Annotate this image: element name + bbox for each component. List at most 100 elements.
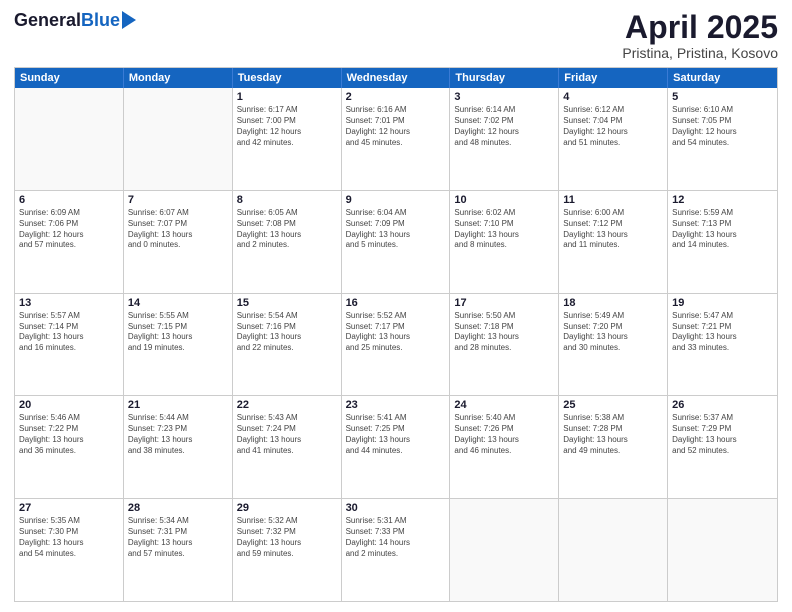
day-number: 20 <box>19 399 119 411</box>
cell-info: Sunset: 7:22 PM <box>19 424 119 435</box>
cell-info: and 54 minutes. <box>672 138 773 149</box>
cell-info: Sunrise: 5:55 AM <box>128 311 228 322</box>
cell-info: Sunrise: 5:52 AM <box>346 311 446 322</box>
logo-text: General Blue <box>14 10 136 31</box>
calendar-cell: 9Sunrise: 6:04 AMSunset: 7:09 PMDaylight… <box>342 191 451 293</box>
cell-info: Sunset: 7:30 PM <box>19 527 119 538</box>
cell-info: Daylight: 13 hours <box>563 332 663 343</box>
calendar-cell: 14 Sunrise: 5:55 AMSunset: 7:15 PMDayligh… <box>124 294 233 396</box>
cell-info: Sunset: 7:28 PM <box>563 424 663 435</box>
calendar-cell: 30Sunrise: 5:31 AMSunset: 7:33 PMDayligh… <box>342 499 451 601</box>
cell-info: and 36 minutes. <box>19 446 119 457</box>
calendar-cell: 20Sunrise: 5:46 AMSunset: 7:22 PMDayligh… <box>15 396 124 498</box>
calendar-cell: 12Sunrise: 5:59 AMSunset: 7:13 PMDayligh… <box>668 191 777 293</box>
cell-info: Daylight: 13 hours <box>19 538 119 549</box>
cell-info: Sunset: 7:05 PM <box>672 116 773 127</box>
cell-info: Sunrise: 6:14 AM <box>454 105 554 116</box>
cell-info: Sunset: 7:16 PM <box>237 322 337 333</box>
cell-info: Sunrise: 6:17 AM <box>237 105 337 116</box>
cell-info: Sunrise: 5:46 AM <box>19 413 119 424</box>
cell-info: Sunset: 7:25 PM <box>346 424 446 435</box>
cell-info: Daylight: 13 hours <box>454 332 554 343</box>
calendar: SundayMondayTuesdayWednesdayThursdayFrid… <box>14 67 778 602</box>
calendar-header: SundayMondayTuesdayWednesdayThursdayFrid… <box>15 68 777 88</box>
weekday-header: Sunday <box>15 68 124 88</box>
cell-info: Daylight: 13 hours <box>346 230 446 241</box>
weekday-header: Monday <box>124 68 233 88</box>
cell-info: and 59 minutes. <box>237 549 337 560</box>
cell-info: Daylight: 13 hours <box>128 538 228 549</box>
calendar-row: 20 Sunrise: 5:46 AMSunset: 7:22 PM Dayligh… <box>15 395 777 498</box>
logo-general: General <box>14 10 81 31</box>
day-number: 29 <box>237 502 337 514</box>
day-number: 7 <box>128 194 228 206</box>
weekday-header: Saturday <box>668 68 777 88</box>
cell-info: Sunset: 7:07 PM <box>128 219 228 230</box>
cell-info: Sunrise: 5:34 AM <box>128 516 228 527</box>
calendar-row: 13Sunrise: 5:57 AMSunset: 7:14 PMDayligh… <box>15 293 777 396</box>
day-number: 28 <box>128 502 228 514</box>
cell-info: and 16 minutes. <box>19 343 119 354</box>
cell-info: Daylight: 13 hours <box>237 435 337 446</box>
cell-info: and 44 minutes. <box>346 446 446 457</box>
cell-info: Daylight: 13 hours <box>672 230 773 241</box>
cell-info: Sunset: 7:15 PM <box>128 322 228 333</box>
calendar-cell: 8Sunrise: 6:05 AMSunset: 7:08 PMDaylight… <box>233 191 342 293</box>
cell-info: Daylight: 13 hours <box>454 230 554 241</box>
cell-info: Sunrise: 5:43 AM <box>237 413 337 424</box>
calendar-cell: 7 Sunrise: 6:07 AMSunset: 7:07 PMDaylight… <box>124 191 233 293</box>
calendar-cell: 26Sunrise: 5:37 AMSunset: 7:29 PMDayligh… <box>668 396 777 498</box>
cell-info: Sunrise: 5:35 AM <box>19 516 119 527</box>
weekday-header: Wednesday <box>342 68 451 88</box>
logo-blue: Blue <box>81 10 120 31</box>
calendar-cell: 18Sunrise: 5:49 AMSunset: 7:20 PMDayligh… <box>559 294 668 396</box>
cell-info: Daylight: 13 hours <box>128 230 228 241</box>
cell-info: Daylight: 13 hours <box>237 538 337 549</box>
calendar-cell: 25Sunrise: 5:38 AMSunset: 7:28 PMDayligh… <box>559 396 668 498</box>
calendar-cell: 29Sunrise: 5:32 AMSunset: 7:32 PMDayligh… <box>233 499 342 601</box>
day-number: 21 <box>128 399 228 411</box>
page: General Blue April 2025 Pristina, Pristi… <box>0 0 792 612</box>
day-number: 14 <box>128 297 228 309</box>
cell-info: and 11 minutes. <box>563 240 663 251</box>
cell-info: Sunset: 7:02 PM <box>454 116 554 127</box>
calendar-cell: 22Sunrise: 5:43 AMSunset: 7:24 PMDayligh… <box>233 396 342 498</box>
cell-info: Sunset: 7:08 PM <box>237 219 337 230</box>
cell-info: and 5 minutes. <box>346 240 446 251</box>
cell-info: Sunrise: 6:09 AM <box>19 208 119 219</box>
day-number: 2 <box>346 91 446 103</box>
cell-info: and 54 minutes. <box>19 549 119 560</box>
day-number: 5 <box>672 91 773 103</box>
cell-info: Daylight: 14 hours <box>346 538 446 549</box>
cell-info: Sunrise: 5:41 AM <box>346 413 446 424</box>
weekday-header: Friday <box>559 68 668 88</box>
cell-info: and 8 minutes. <box>454 240 554 251</box>
calendar-cell: 28 Sunrise: 5:34 AMSunset: 7:31 PMDayligh… <box>124 499 233 601</box>
calendar-cell: 23Sunrise: 5:41 AMSunset: 7:25 PMDayligh… <box>342 396 451 498</box>
calendar-cell: 24Sunrise: 5:40 AMSunset: 7:26 PMDayligh… <box>450 396 559 498</box>
cell-info: Sunrise: 5:38 AM <box>563 413 663 424</box>
cell-info: Sunset: 7:31 PM <box>128 527 228 538</box>
cell-info: and 45 minutes. <box>346 138 446 149</box>
day-number: 12 <box>672 194 773 206</box>
cell-info: Daylight: 12 hours <box>237 127 337 138</box>
calendar-cell <box>124 88 233 190</box>
cell-info: Sunrise: 6:00 AM <box>563 208 663 219</box>
cell-info: Sunset: 7:13 PM <box>672 219 773 230</box>
cell-info: Sunset: 7:10 PM <box>454 219 554 230</box>
cell-info: Daylight: 13 hours <box>128 332 228 343</box>
cell-info: Sunset: 7:29 PM <box>672 424 773 435</box>
calendar-cell: 2Sunrise: 6:16 AMSunset: 7:01 PMDaylight… <box>342 88 451 190</box>
calendar-cell: 3Sunrise: 6:14 AMSunset: 7:02 PMDaylight… <box>450 88 559 190</box>
calendar-cell: 1Sunrise: 6:17 AMSunset: 7:00 PMDaylight… <box>233 88 342 190</box>
calendar-row: 27Sunrise: 5:35 AMSunset: 7:30 PMDayligh… <box>15 498 777 601</box>
calendar-row: 6Sunrise: 6:09 AMSunset: 7:06 PMDaylight… <box>15 190 777 293</box>
cell-info: Sunrise: 6:07 AM <box>128 208 228 219</box>
title-block: April 2025 Pristina, Pristina, Kosovo <box>622 10 778 61</box>
logo: General Blue <box>14 10 136 31</box>
cell-info: Sunrise: 5:57 AM <box>19 311 119 322</box>
cell-info: Sunrise: 5:32 AM <box>237 516 337 527</box>
page-subtitle: Pristina, Pristina, Kosovo <box>622 45 778 61</box>
cell-info: Daylight: 13 hours <box>672 332 773 343</box>
cell-info: Daylight: 13 hours <box>672 435 773 446</box>
